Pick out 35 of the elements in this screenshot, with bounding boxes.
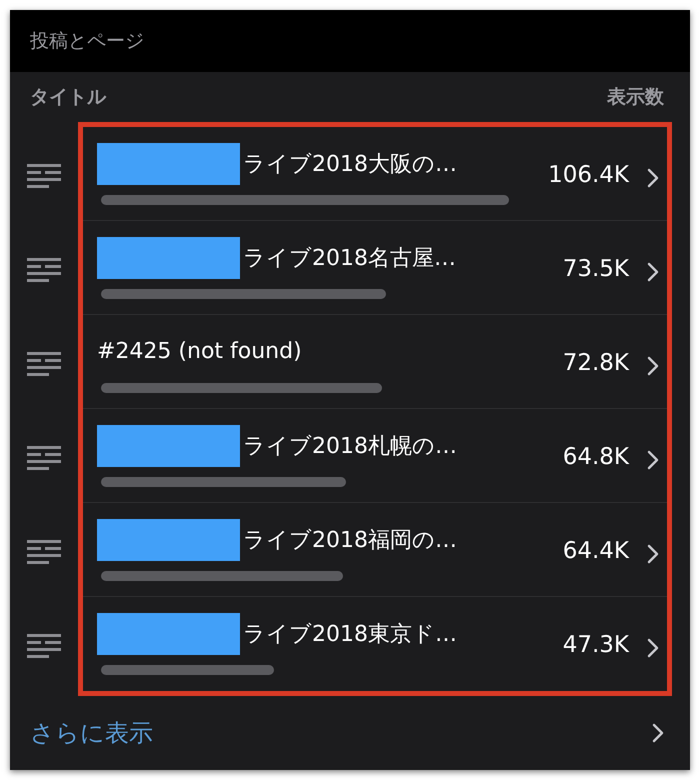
post-row[interactable]: ライブ2018大阪の… 106.4K: [83, 127, 667, 221]
chevron-icon: [647, 544, 659, 564]
post-title: ライブ2018東京ド…: [243, 621, 457, 649]
text-lines-icon: [27, 164, 61, 188]
post-title: ライブ2018札幌の…: [243, 432, 457, 460]
post-title: ライブ2018名古屋…: [243, 244, 456, 272]
section-title: 投稿とページ: [30, 29, 144, 54]
view-count: 106.4K: [547, 162, 629, 188]
chevron-icon: [647, 262, 659, 282]
post-row[interactable]: ライブ2018東京ド… 47.3K: [83, 597, 667, 691]
column-header: 表示数: [607, 85, 664, 110]
text-lines-icon: [27, 258, 61, 282]
post-row[interactable]: ライブ2018福岡の… 64.4K: [83, 503, 667, 597]
text-lines-icon: [27, 446, 61, 470]
view-count: 72.8K: [562, 350, 629, 376]
show-more-link[interactable]: さらに表示: [10, 696, 690, 770]
chevron-icon: [647, 638, 659, 658]
chevron-icon: [647, 356, 659, 376]
text-lines-icon: [27, 352, 61, 376]
chevron-icon: [647, 168, 659, 188]
column-header: タイトル: [30, 85, 106, 110]
view-count: 73.5K: [562, 256, 629, 282]
text-lines-icon: [27, 540, 61, 564]
post-title: #2425 (not found): [97, 339, 302, 364]
post-row[interactable]: ライブ2018名古屋… 73.5K: [83, 221, 667, 315]
chevron-icon: [647, 450, 659, 470]
view-count: 64.4K: [562, 538, 629, 564]
view-count: 64.8K: [562, 444, 629, 470]
post-row[interactable]: ライブ2018札幌の… 64.8K: [83, 409, 667, 503]
post-title: ライブ2018大阪の…: [243, 150, 457, 178]
post-title: ライブ2018福岡の…: [243, 526, 457, 554]
view-count: 47.3K: [562, 632, 629, 658]
text-lines-icon: [27, 634, 61, 658]
post-row[interactable]: #2425 (not found) 72.8K: [83, 315, 667, 409]
chevron-icon: [652, 723, 664, 743]
